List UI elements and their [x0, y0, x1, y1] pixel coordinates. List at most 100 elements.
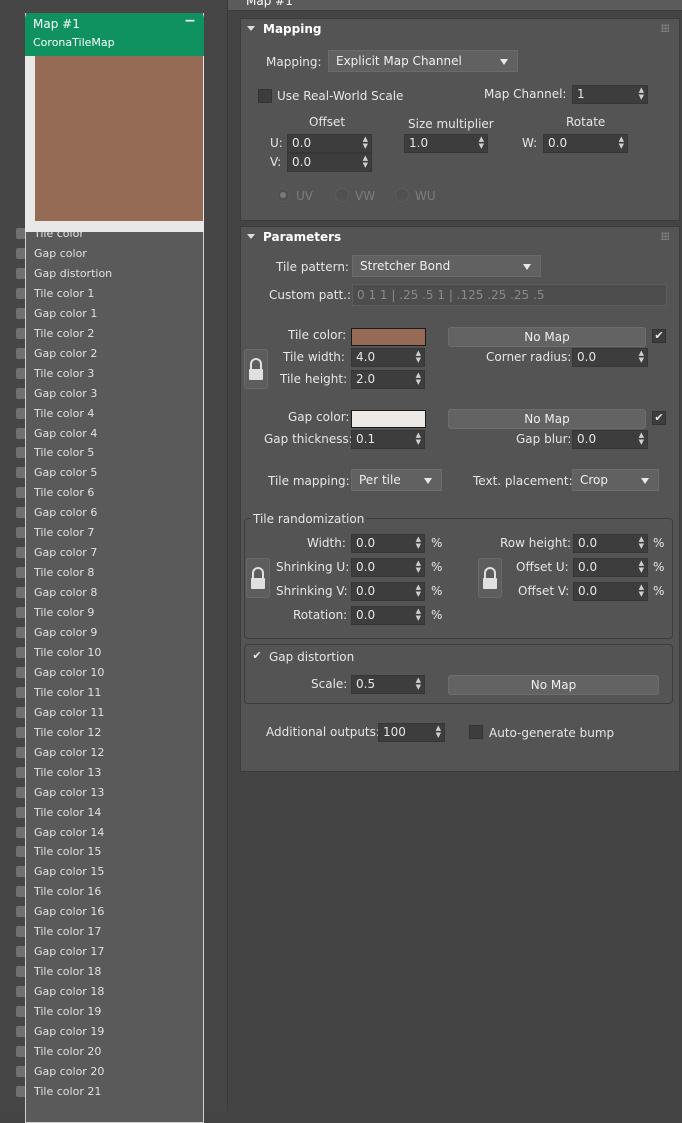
- spinner-arrows-icon[interactable]: ▲ ▼: [639, 432, 644, 446]
- node-slot[interactable]: Gap color 6: [16, 503, 204, 523]
- node-slot[interactable]: Gap color 19: [16, 1022, 204, 1042]
- node-slot[interactable]: Gap color 12: [16, 743, 204, 763]
- parameters-rollout-header[interactable]: Parameters: [247, 230, 341, 244]
- size-multiplier-spinner[interactable]: 1.0 ▲ ▼: [404, 134, 488, 153]
- spinner-arrows-icon[interactable]: ▲ ▼: [416, 560, 421, 574]
- slot-socket-icon[interactable]: [16, 347, 25, 359]
- node-slot[interactable]: Gap color 14: [16, 823, 204, 843]
- node-slot[interactable]: Gap color: [16, 244, 204, 264]
- collapse-icon[interactable]: −: [183, 14, 197, 28]
- mapping-dropdown[interactable]: Explicit Map Channel: [328, 50, 518, 72]
- slot-socket-icon[interactable]: [16, 726, 25, 738]
- tile-mapping-dropdown[interactable]: Per tile: [351, 469, 442, 491]
- node-slot[interactable]: Gap color 4: [16, 424, 204, 444]
- node-slot[interactable]: Tile color 6: [16, 483, 204, 503]
- slot-socket-icon[interactable]: [16, 1045, 25, 1057]
- slot-socket-icon[interactable]: [16, 287, 25, 299]
- slot-socket-icon[interactable]: [16, 247, 25, 259]
- radio-wu[interactable]: [395, 188, 409, 202]
- slot-socket-icon[interactable]: [16, 806, 25, 818]
- node-slot[interactable]: Tile color 1: [16, 284, 204, 304]
- slot-socket-icon[interactable]: [16, 1085, 25, 1097]
- slot-socket-icon[interactable]: [16, 427, 25, 439]
- node-slot[interactable]: Tile color 4: [16, 404, 204, 424]
- slot-socket-icon[interactable]: [16, 886, 25, 898]
- rotation-spinner[interactable]: 0.0 ▲ ▼: [351, 606, 425, 625]
- node-header[interactable]: Map #1 CoronaTileMap −: [25, 13, 204, 56]
- slot-socket-icon[interactable]: [16, 467, 25, 479]
- shrinking-u-spinner[interactable]: 0.0 ▲ ▼: [351, 558, 425, 577]
- slot-socket-icon[interactable]: [16, 307, 25, 319]
- slot-socket-icon[interactable]: [16, 706, 25, 718]
- node-slot[interactable]: Gap color 1: [16, 304, 204, 324]
- slot-socket-icon[interactable]: [16, 487, 25, 499]
- slot-socket-icon[interactable]: [16, 627, 25, 638]
- rand-width-spinner[interactable]: 0.0 ▲ ▼: [351, 534, 425, 553]
- tile-color-map-button[interactable]: No Map: [448, 327, 646, 347]
- offset-v-rand-spinner[interactable]: 0.0 ▲ ▼: [573, 582, 648, 601]
- slot-socket-icon[interactable]: [16, 228, 25, 239]
- node-slot[interactable]: Tile color 2: [16, 324, 204, 344]
- slot-socket-icon[interactable]: [16, 966, 25, 978]
- node-slot[interactable]: Gap color 13: [16, 783, 204, 803]
- spinner-arrows-icon[interactable]: ▲ ▼: [416, 584, 421, 598]
- slot-socket-icon[interactable]: [16, 327, 25, 339]
- additional-outputs-spinner[interactable]: 100 ▲ ▼: [378, 723, 445, 742]
- spinner-arrows-icon[interactable]: ▲ ▼: [479, 136, 484, 150]
- node-slot[interactable]: Tile color 18: [16, 962, 204, 982]
- node-slot[interactable]: Tile color 14: [16, 803, 204, 823]
- slot-socket-icon[interactable]: [16, 407, 25, 419]
- text-placement-dropdown[interactable]: Crop: [572, 469, 659, 491]
- node-slot[interactable]: Gap color 7: [16, 543, 204, 563]
- slot-socket-icon[interactable]: [16, 846, 25, 858]
- node-slot[interactable]: Tile color 20: [16, 1042, 204, 1062]
- map-channel-spinner[interactable]: 1 ▲ ▼: [572, 85, 648, 104]
- slot-socket-icon[interactable]: [16, 766, 25, 778]
- slot-socket-icon[interactable]: [16, 786, 25, 798]
- node-slot[interactable]: Tile color 21: [16, 1082, 204, 1102]
- gap-distortion-checkbox[interactable]: ✔: [250, 650, 264, 664]
- tile-height-spinner[interactable]: 2.0 ▲ ▼: [351, 370, 425, 389]
- spinner-arrows-icon[interactable]: ▲ ▼: [416, 432, 421, 446]
- node-slot[interactable]: Gap color 9: [16, 623, 204, 643]
- node-slot[interactable]: Gap color 11: [16, 703, 204, 723]
- spinner-arrows-icon[interactable]: ▲ ▼: [639, 584, 644, 598]
- slot-socket-icon[interactable]: [16, 447, 25, 459]
- spinner-arrows-icon[interactable]: ▲ ▼: [416, 677, 421, 691]
- spinner-arrows-icon[interactable]: ▲ ▼: [363, 155, 368, 169]
- gap-distortion-map-button[interactable]: No Map: [448, 675, 659, 695]
- offset-u-rand-spinner[interactable]: 0.0 ▲ ▼: [573, 558, 648, 577]
- real-world-scale-checkbox[interactable]: [258, 89, 272, 103]
- rotate-w-spinner[interactable]: 0.0 ▲ ▼: [543, 134, 628, 153]
- node-slot[interactable]: Tile color 17: [16, 922, 204, 942]
- slot-socket-icon[interactable]: [16, 866, 25, 878]
- node-slot[interactable]: Gap color 3: [16, 384, 204, 404]
- node-slot[interactable]: Tile color 15: [16, 842, 204, 862]
- scale-spinner[interactable]: 0.5 ▲ ▼: [351, 675, 425, 694]
- slot-socket-icon[interactable]: [16, 906, 25, 918]
- node-slot[interactable]: Tile color 3: [16, 364, 204, 384]
- gap-color-map-checkbox[interactable]: ✔: [652, 411, 666, 425]
- slot-socket-icon[interactable]: [16, 646, 25, 658]
- slot-socket-icon[interactable]: [16, 826, 25, 838]
- gap-thickness-spinner[interactable]: 0.1 ▲ ▼: [351, 430, 425, 449]
- custom-pattern-field[interactable]: 0 1 1 | .25 .5 1 | .125 .25 .25 .5: [352, 284, 667, 306]
- slot-socket-icon[interactable]: [16, 986, 25, 998]
- node-slot[interactable]: Tile color 7: [16, 523, 204, 543]
- node-slot[interactable]: Gap color 18: [16, 982, 204, 1002]
- slot-socket-icon[interactable]: [16, 607, 25, 619]
- node-slot[interactable]: Tile color 10: [16, 643, 204, 663]
- spinner-arrows-icon[interactable]: ▲ ▼: [639, 87, 644, 101]
- node-slot[interactable]: Gap color 17: [16, 942, 204, 962]
- offset-u-spinner[interactable]: 0.0 ▲ ▼: [287, 134, 372, 153]
- gap-blur-spinner[interactable]: 0.0 ▲ ▼: [572, 430, 648, 449]
- slot-socket-icon[interactable]: [16, 926, 25, 938]
- spinner-arrows-icon[interactable]: ▲ ▼: [436, 725, 441, 739]
- node-slot[interactable]: Gap distortion: [16, 264, 204, 284]
- radio-uv[interactable]: [276, 188, 290, 202]
- spinner-arrows-icon[interactable]: ▲ ▼: [416, 350, 421, 364]
- tile-width-spinner[interactable]: 4.0 ▲ ▼: [351, 348, 425, 367]
- spinner-arrows-icon[interactable]: ▲ ▼: [416, 536, 421, 550]
- node-slot[interactable]: Gap color 16: [16, 902, 204, 922]
- corner-radius-spinner[interactable]: 0.0 ▲ ▼: [572, 348, 648, 367]
